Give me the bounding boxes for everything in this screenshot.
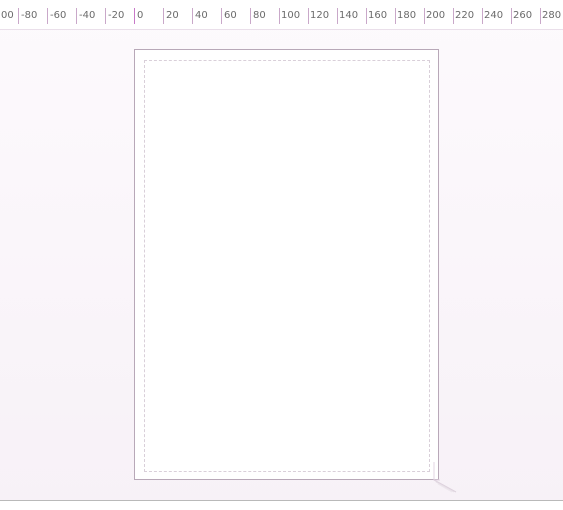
ruler-tick (105, 8, 106, 24)
ruler-label: -20 (108, 10, 125, 21)
document-page[interactable] (134, 49, 439, 480)
ruler-label: 00 (1, 10, 14, 21)
ruler-label: -80 (21, 10, 38, 21)
ruler-label: 200 (426, 10, 446, 21)
page-margin-guide (144, 60, 430, 472)
ruler-label: 0 (137, 10, 144, 21)
ruler-zero-marker (134, 8, 135, 24)
ruler-label: 280 (542, 10, 562, 21)
page-resize-handle-icon (433, 462, 457, 493)
ruler-tick (395, 8, 396, 24)
ruler-label: 260 (513, 10, 533, 21)
ruler-tick (18, 8, 19, 24)
ruler-label: 60 (224, 10, 237, 21)
ruler-tick (366, 8, 367, 24)
ruler-tick (163, 8, 164, 24)
page-resize-handle-icon[interactable] (430, 462, 458, 494)
ruler-tick (337, 8, 338, 24)
ruler-label: 160 (368, 10, 388, 21)
ruler-label: -60 (50, 10, 67, 21)
ruler-label: 140 (339, 10, 359, 21)
ruler-tick (308, 8, 309, 24)
ruler-tick (511, 8, 512, 24)
ruler-label: 240 (484, 10, 504, 21)
ruler-label: 100 (281, 10, 301, 21)
ruler-tick (76, 8, 77, 24)
ruler-tick (47, 8, 48, 24)
ruler-tick (453, 8, 454, 24)
ruler-tick (540, 8, 541, 24)
ruler-tick (221, 8, 222, 24)
horizontal-ruler[interactable]: 00 -80 -60 -40 -20 0 20 40 60 80 100 120… (0, 0, 563, 30)
ruler-label: 40 (195, 10, 208, 21)
ruler-label: -40 (79, 10, 96, 21)
ruler-tick (482, 8, 483, 24)
ruler-tick (192, 8, 193, 24)
ruler-tick (424, 8, 425, 24)
ruler-label: 80 (253, 10, 266, 21)
canvas-workspace[interactable] (0, 30, 563, 500)
bottom-status-bar (0, 500, 563, 510)
ruler-tick (279, 8, 280, 24)
ruler-tick (250, 8, 251, 24)
ruler-label: 20 (166, 10, 179, 21)
ruler-label: 120 (310, 10, 330, 21)
ruler-label: 180 (397, 10, 417, 21)
ruler-label: 220 (455, 10, 475, 21)
